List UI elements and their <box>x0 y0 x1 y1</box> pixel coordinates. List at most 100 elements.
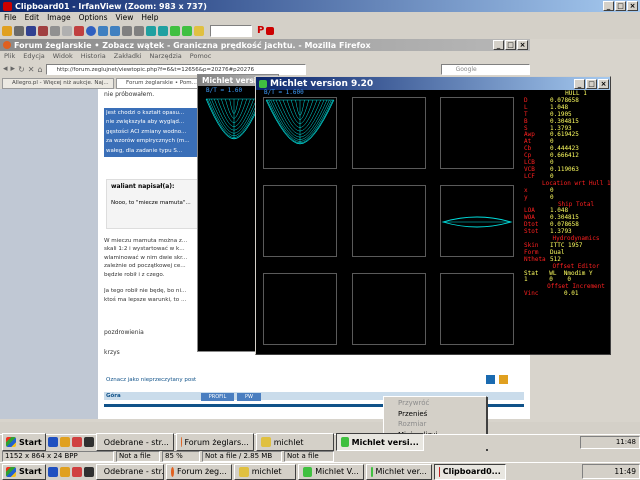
back-icon[interactable]: ◂ <box>3 64 8 74</box>
url-bar[interactable]: http://forum.zeglujnet/viewtopic.php?f=6… <box>45 63 306 75</box>
quicklaunch-icon[interactable] <box>83 466 94 477</box>
menu-image[interactable]: Image <box>47 13 71 22</box>
ff-menu-item[interactable]: Narzędzia <box>150 52 182 60</box>
mark-unread-link[interactable]: Oznacz jako nieprzeczytany post <box>106 377 196 383</box>
tab-forum[interactable]: Forum żeglarskie • Pom... <box>116 78 206 89</box>
irfanview-status-bar: 1152 x 864 x 24 BPP Not a file 85 % Not … <box>0 451 640 462</box>
param-value[interactable]: 0.666412 <box>550 152 579 160</box>
plot-body-plan[interactable] <box>263 97 337 169</box>
ff-menu-item[interactable]: Edycja <box>23 52 44 60</box>
reload-icon[interactable]: ↻ <box>18 65 25 74</box>
task-clipboard[interactable]: Clipboard0... <box>433 463 506 480</box>
quicklaunch-folder-icon[interactable] <box>59 466 70 477</box>
copy-icon[interactable] <box>62 25 72 36</box>
report-icon[interactable] <box>486 375 495 384</box>
param-value[interactable]: 0.01 <box>564 290 578 298</box>
plot-8[interactable] <box>352 273 426 345</box>
plot-9[interactable] <box>440 273 514 345</box>
quicklaunch-icon[interactable] <box>83 437 94 447</box>
forward-icon[interactable]: ▸ <box>11 64 16 74</box>
ff-menu-item[interactable]: Zakładki <box>114 52 142 60</box>
pm-button[interactable]: PW <box>237 393 261 401</box>
cut-icon[interactable] <box>50 25 60 36</box>
plot-2[interactable] <box>352 97 426 169</box>
ctx-item-label: Przenieś <box>398 409 428 418</box>
plot-5[interactable] <box>352 185 426 257</box>
quicklaunch-icon[interactable] <box>71 466 82 477</box>
delete-icon[interactable] <box>38 25 48 36</box>
tab-allegro[interactable]: Allegro.pl - Więcej niż aukcje. Naj... <box>2 78 114 89</box>
windows-logo-icon <box>6 437 16 447</box>
greeting: pozdrowienia <box>104 329 144 336</box>
system-tray: 11:48 <box>580 435 640 449</box>
minimize-button[interactable]: _ <box>493 40 504 50</box>
info-icon[interactable] <box>86 25 96 36</box>
menu-view[interactable]: View <box>116 13 134 22</box>
menu-help[interactable]: Help <box>141 13 158 22</box>
menu-file[interactable]: File <box>4 13 17 22</box>
quicklaunch-folder-icon[interactable] <box>59 437 70 447</box>
first-icon[interactable] <box>170 25 180 36</box>
rotate-left-icon[interactable] <box>122 25 132 36</box>
page-number-input[interactable] <box>210 24 252 37</box>
close-button[interactable]: × <box>598 78 609 89</box>
ff-menu-item[interactable]: Plik <box>4 52 15 60</box>
maximize-button[interactable]: □ <box>615 1 626 11</box>
minimize-button[interactable]: _ <box>574 78 585 89</box>
open-icon[interactable] <box>2 25 12 36</box>
plot-4[interactable] <box>263 185 337 257</box>
param-value[interactable]: 0 <box>550 194 554 202</box>
minimize-button[interactable]: _ <box>603 1 614 11</box>
slideshow-icon[interactable] <box>14 25 24 36</box>
maximize-button[interactable]: □ <box>586 78 597 89</box>
rotate-right-icon[interactable] <box>134 25 144 36</box>
close-button[interactable]: × <box>627 1 638 11</box>
ff-menu-item[interactable]: Historia <box>81 52 106 60</box>
task-forum[interactable]: Forum żeglars... <box>175 433 254 451</box>
ctx-item-1[interactable]: Przenieś <box>384 409 486 420</box>
last-icon[interactable] <box>182 25 192 36</box>
menu-edit[interactable]: Edit <box>25 13 40 22</box>
ff-menu-item[interactable]: Pomoc <box>190 52 212 60</box>
post-line: będzie robił i z czego. <box>104 271 165 278</box>
start-button[interactable]: Start <box>2 463 46 480</box>
quote-icon[interactable] <box>499 375 508 384</box>
task-michlet-2[interactable]: Michlet ver... <box>365 463 432 480</box>
quicklaunch-ie-icon[interactable] <box>47 466 58 477</box>
task-michlet-folder[interactable]: michlet <box>233 463 296 480</box>
plot-7[interactable] <box>263 273 337 345</box>
task-michlet-folder[interactable]: michlet <box>255 433 334 451</box>
quicklaunch-icon[interactable] <box>71 437 82 447</box>
plugin-p-icon[interactable]: P <box>257 25 264 36</box>
menu-options[interactable]: Options <box>79 13 108 22</box>
save-icon[interactable] <box>26 25 36 36</box>
zoom-in-icon[interactable] <box>98 25 108 36</box>
task-michlet-1[interactable]: Michlet V... <box>297 463 364 480</box>
task-michlet-version[interactable]: Michlet versi... <box>335 433 424 451</box>
close-button[interactable]: × <box>517 40 528 50</box>
previous-icon[interactable] <box>146 25 156 36</box>
firefox-title: Forum żeglarskie • Zobacz wątek - Granic… <box>14 40 371 50</box>
task-forum[interactable]: Forum żeg... <box>165 463 232 480</box>
irfanview-title-bar: Clipboard01 - IrfanView (Zoom: 983 x 737… <box>0 0 640 12</box>
plot-waterplane[interactable] <box>440 185 514 257</box>
param-value[interactable]: 0.119063 <box>550 166 579 174</box>
task-odebrane[interactable]: Odebrane - str... <box>95 463 164 480</box>
start-button[interactable]: Start <box>2 433 46 451</box>
next-icon[interactable] <box>158 25 168 36</box>
zoom-out-icon[interactable] <box>110 25 120 36</box>
param-value[interactable]: 0.619425 <box>550 132 579 139</box>
plot-3[interactable] <box>440 97 514 169</box>
task-odebrane[interactable]: Odebrane - str... <box>95 433 174 451</box>
exit-icon[interactable] <box>266 26 275 35</box>
cancel-icon[interactable] <box>74 25 84 36</box>
home-icon[interactable]: ⌂ <box>37 65 42 74</box>
settings-icon[interactable] <box>194 25 204 36</box>
quicklaunch-ie-icon[interactable] <box>47 437 58 447</box>
ff-menu-item[interactable]: Widok <box>53 52 73 60</box>
maximize-button[interactable]: □ <box>505 40 516 50</box>
highlighted-line: za wzorów empirycznych (m... <box>106 138 190 145</box>
profile-button[interactable]: PROFIL <box>201 393 234 401</box>
stop-icon[interactable]: ✕ <box>28 65 35 74</box>
search-input[interactable]: Google <box>440 63 530 75</box>
